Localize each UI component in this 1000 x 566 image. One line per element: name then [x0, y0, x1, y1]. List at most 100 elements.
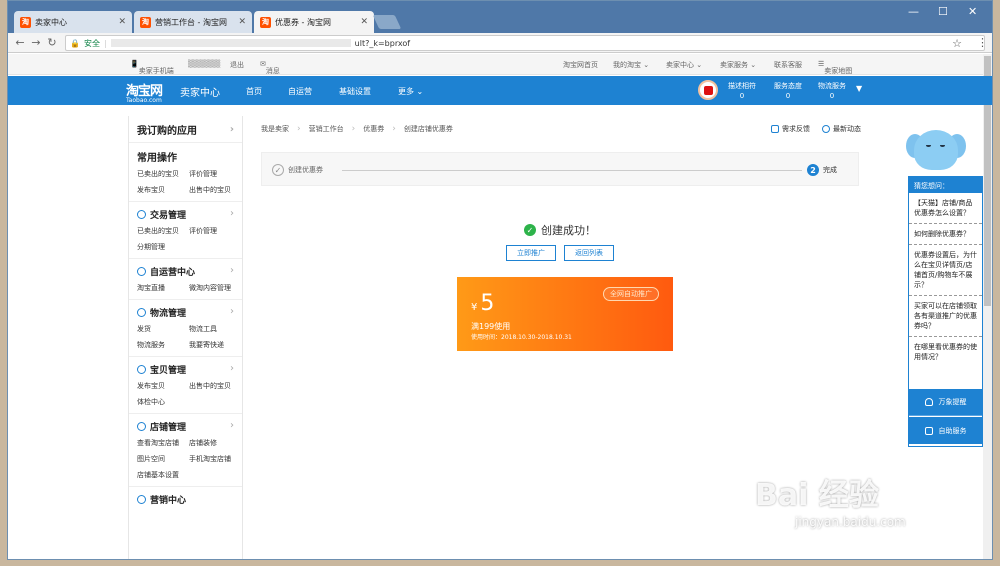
sidebar-link[interactable]: 物流工具 [189, 324, 241, 334]
sidebar-link[interactable]: 微淘内容管理 [189, 283, 241, 293]
lock-icon: 🔒 [70, 38, 80, 48]
elephant-mascot-icon [906, 126, 966, 176]
site-header: 淘宝网 Taobao.com 卖家中心 首页 自运营 基础设置 更多 ⌄ 描述相符… [8, 76, 992, 105]
help-question[interactable]: 【天猫】店铺/商品优惠券怎么设置？ [909, 193, 982, 224]
step-create: ✓ 创建优惠券 [272, 164, 323, 176]
sidebar-common-title: 常用操作 [137, 153, 177, 164]
sidebar-link[interactable]: 店铺基本设置 [137, 470, 189, 480]
nav-more[interactable]: 更多 ⌄ [398, 86, 423, 97]
reload-icon[interactable]: ↻ [44, 36, 60, 49]
sidebar-link[interactable]: 发布宝贝 [137, 381, 189, 391]
sidebar-section-shop: 店铺管理 › 查看淘宝店铺 店铺装修 图片空间 手机淘宝店铺 店铺基本设置 [129, 414, 242, 487]
sidebar-section-marketing: 营销中心 [129, 487, 242, 517]
sidebar-link[interactable]: 分期管理 [137, 242, 189, 252]
coupon-condition: 满199使用 [471, 322, 511, 331]
menu-icon[interactable]: ⋮ [977, 36, 988, 49]
bookmark-star-icon[interactable]: ☆ [952, 37, 962, 50]
chevron-right-icon: › [351, 124, 356, 134]
coupon-date: 使用时间：2018.10.30-2018.10.31 [471, 334, 572, 341]
close-icon[interactable]: ✕ [238, 17, 246, 27]
url-text: ult?_k=bprxof [354, 38, 411, 48]
baidu-watermark-url: jingyan.baidu.com [795, 515, 906, 529]
url-input[interactable]: 🔒 安全 | ult?_k=bprxof ☆ [65, 35, 985, 51]
close-icon[interactable]: ✕ [360, 17, 368, 27]
back-icon[interactable]: ← [12, 36, 28, 49]
sidebar-link[interactable]: 图片空间 [137, 454, 189, 464]
avatar[interactable] [698, 80, 718, 100]
sidebar-section-logistics: 物流管理 › 发货 物流工具 物流服务 我要寄快递 [129, 300, 242, 357]
reminder-button[interactable]: 万象提醒 [909, 389, 982, 416]
tab-marketing[interactable]: 淘 营销工作台 - 淘宝网 ✕ [134, 11, 252, 33]
taobao-favicon-icon: 淘 [260, 16, 271, 28]
page-tools: 需求反馈 最新动态 [771, 124, 861, 134]
breadcrumb: 我是卖家 › 营销工作台 › 优惠券 › 创建店铺优惠券 [261, 121, 453, 137]
caret-down-icon[interactable]: ▼ [856, 84, 862, 93]
chevron-right-icon: › [229, 123, 234, 135]
sidebar-link[interactable]: 发布宝贝 [137, 185, 189, 195]
chevron-right-icon: › [230, 208, 234, 219]
sidebar-apps[interactable]: 我订购的应用 › [129, 116, 242, 143]
maximize-icon[interactable]: ☐ [938, 5, 948, 18]
sidebar-link[interactable]: 店铺装修 [189, 438, 241, 448]
sidebar-link[interactable]: 发货 [137, 324, 189, 334]
site-title: 卖家中心 [180, 88, 220, 99]
topbar-link-home[interactable]: 淘宝网首页 [563, 60, 598, 70]
nav-home[interactable]: 首页 [246, 86, 262, 97]
help-question[interactable]: 如何删除优惠券？ [909, 224, 982, 245]
chat-icon [137, 267, 146, 276]
sidebar-link[interactable]: 出售中的宝贝 [189, 381, 241, 391]
self-service-button[interactable]: 自助服务 [909, 417, 982, 444]
help-question[interactable]: 在哪里看优惠券的使用情况？ [909, 337, 982, 367]
chevron-right-icon: › [297, 124, 301, 134]
chevron-right-icon: › [230, 363, 234, 374]
sidebar-link[interactable]: 已卖出的宝贝 [137, 169, 189, 179]
close-icon[interactable]: ✕ [118, 17, 126, 27]
help-question[interactable]: 买家可以在店铺领取各有渠道推广的优惠券吗？ [909, 296, 982, 337]
breadcrumb-item[interactable]: 我是卖家 [261, 124, 289, 134]
step-progress: ✓ 创建优惠券 2 完成 [261, 152, 859, 186]
new-tab-button[interactable] [372, 15, 402, 29]
topbar-link-sitemap[interactable]: ☰ 卖家地图 [818, 60, 852, 75]
sidebar-link[interactable]: 体检中心 [137, 397, 189, 407]
taobao-logo[interactable]: 淘宝网 Taobao.com [126, 80, 163, 104]
minimize-icon[interactable]: — [908, 5, 919, 18]
breadcrumb-item[interactable]: 优惠券 [363, 124, 384, 134]
sidebar-link[interactable]: 评价管理 [189, 169, 241, 179]
sidebar-link[interactable]: 淘宝直播 [137, 283, 189, 293]
clock-icon [822, 125, 830, 133]
sidebar-link[interactable]: 我要寄快递 [189, 340, 241, 350]
logout-link[interactable]: 退出 [230, 60, 244, 70]
sidebar-link[interactable]: 物流服务 [137, 340, 189, 350]
help-question[interactable]: 优惠券设置后，为什么在宝贝详情页/店铺首页/购物车不展示？ [909, 245, 982, 296]
promote-button[interactable]: 立即推广 [506, 245, 556, 261]
topbar-link-mytaobao[interactable]: 我的淘宝 ⌄ [613, 60, 649, 70]
mobile-link[interactable]: 📱 卖家手机端 [130, 60, 174, 75]
topbar-link-seller[interactable]: 卖家中心 ⌄ [666, 60, 702, 70]
forward-icon[interactable]: → [28, 36, 44, 49]
nav-basic-settings[interactable]: 基础设置 [339, 86, 371, 97]
breadcrumb-item[interactable]: 营销工作台 [309, 124, 344, 134]
nav-self-operation[interactable]: 自运营 [288, 86, 312, 97]
window-close-icon[interactable]: ✕ [968, 5, 977, 18]
back-to-list-button[interactable]: 返回列表 [564, 245, 614, 261]
sidebar-link[interactable]: 已卖出的宝贝 [137, 226, 189, 236]
bag-icon [137, 365, 146, 374]
tab-seller-center[interactable]: 淘 卖家中心 ✕ [14, 11, 132, 33]
sidebar-section-trade: 交易管理 › 已卖出的宝贝 评价管理 分期管理 [129, 202, 242, 259]
sidebar-link[interactable]: 手机淘宝店铺 [189, 454, 241, 464]
chevron-right-icon: › [230, 420, 234, 431]
message-link[interactable]: ✉ 消息 [260, 60, 280, 75]
metric-description: 描述相符 0 [728, 82, 756, 100]
scrollbar[interactable] [983, 54, 992, 559]
feedback-link[interactable]: 需求反馈 [771, 124, 810, 134]
sidebar-link[interactable]: 查看淘宝店铺 [137, 438, 189, 448]
url-blurred [110, 39, 351, 47]
tab-coupon[interactable]: 淘 优惠券 - 淘宝网 ✕ [254, 11, 374, 33]
coupon-tag: 全网自动推广 [603, 287, 659, 301]
topbar-link-service[interactable]: 卖家服务 ⌄ [720, 60, 756, 70]
topbar-link-contact[interactable]: 联系客服 [774, 60, 802, 70]
sidebar-link[interactable]: 评价管理 [189, 226, 241, 236]
check-icon: ✓ [272, 164, 284, 176]
news-link[interactable]: 最新动态 [822, 124, 861, 134]
sidebar-link[interactable]: 出售中的宝贝 [189, 185, 241, 195]
